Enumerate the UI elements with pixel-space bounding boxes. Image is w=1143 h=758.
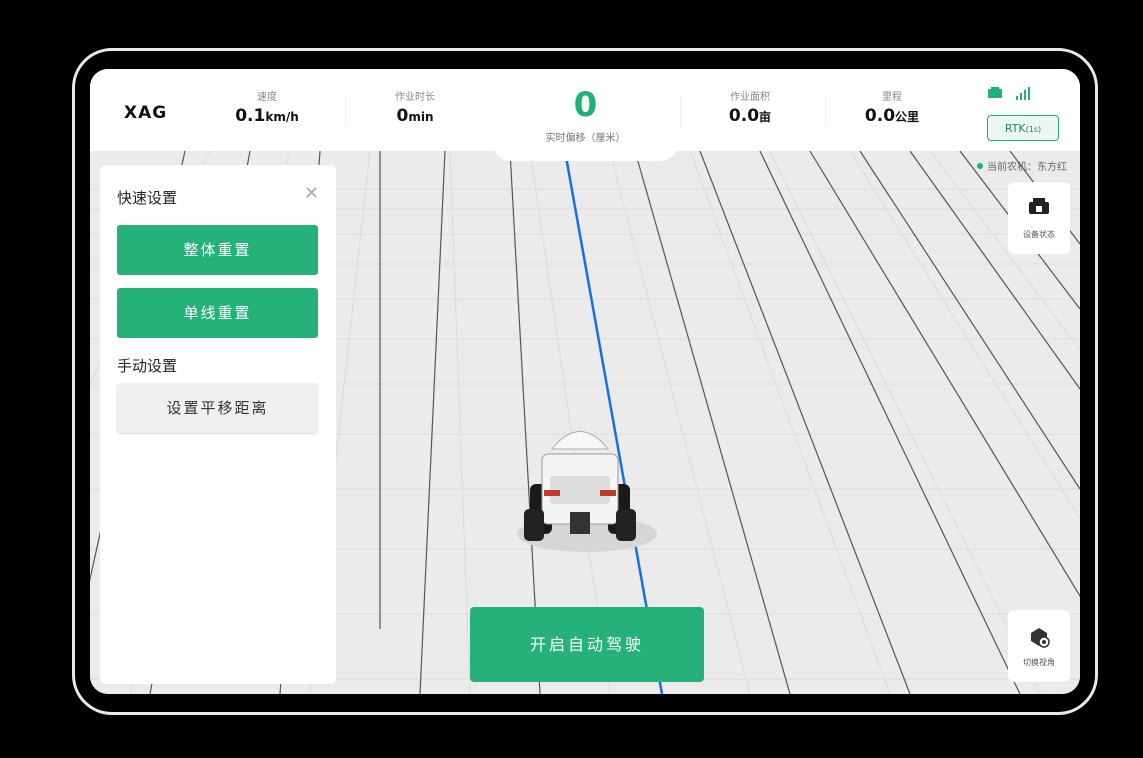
area-value: 0.0: [728, 106, 760, 126]
mileage-unit: 公里: [895, 110, 920, 124]
area-label: 作业面积: [730, 92, 770, 103]
duration-unit: min: [408, 110, 434, 124]
close-icon[interactable]: ✕: [304, 183, 319, 204]
start-autopilot-button[interactable]: 开启自动驾驶: [470, 607, 704, 682]
quick-settings-panel: 快速设置 ✕ 整体重置 单线重置 手动设置 设置平移距离: [100, 165, 336, 684]
area-unit: 亩: [759, 110, 772, 124]
device-status-icon: [1029, 198, 1049, 214]
offset-label: 实时偏移（厘米）: [545, 133, 626, 144]
quick-settings-title: 快速设置: [117, 189, 178, 207]
mileage-label: 里程: [882, 92, 902, 103]
duration-value: 0: [396, 106, 409, 126]
app-screen: XAG 速度 0.1km/h 作业时长 0min 作业面积 0.0亩 里程 0.…: [90, 69, 1080, 694]
switch-view-icon: [1031, 628, 1050, 648]
device-status-label: 设备状态: [1023, 230, 1055, 239]
brand-logo: XAG: [124, 103, 168, 123]
mileage-stat: 里程 0.0公里: [842, 88, 942, 126]
offset-value: 0: [573, 85, 598, 125]
mileage-value: 0.0: [864, 106, 896, 126]
current-machine: 当前农机：东方红: [977, 158, 1067, 173]
manual-settings-title: 手动设置: [117, 357, 178, 375]
area-stat: 作业面积 0.0亩: [705, 88, 795, 126]
reset-line-button[interactable]: 单线重置: [117, 288, 318, 338]
duration-label: 作业时长: [395, 92, 435, 103]
reset-all-button[interactable]: 整体重置: [117, 225, 318, 275]
speed-unit: km/h: [265, 110, 299, 124]
device-status-button[interactable]: 设备状态: [1008, 182, 1070, 254]
realtime-offset-panel: 0 实时偏移（厘米）: [493, 69, 678, 161]
duration-stat: 作业时长 0min: [370, 88, 460, 126]
speed-stat: 速度 0.1km/h: [222, 88, 312, 126]
rtk-status-badge[interactable]: RTK(1s): [987, 115, 1059, 141]
switch-view-button[interactable]: 切换视角: [1008, 610, 1070, 682]
tractor-icon: [524, 431, 636, 541]
signal-icon: [988, 87, 1038, 104]
status-dot: [977, 163, 983, 169]
divider: [825, 95, 826, 127]
divider: [680, 95, 681, 127]
speed-value: 0.1: [235, 106, 266, 126]
set-shift-distance-button[interactable]: 设置平移距离: [117, 383, 318, 433]
speed-label: 速度: [257, 92, 277, 103]
divider: [345, 95, 346, 127]
switch-view-label: 切换视角: [1023, 658, 1055, 667]
